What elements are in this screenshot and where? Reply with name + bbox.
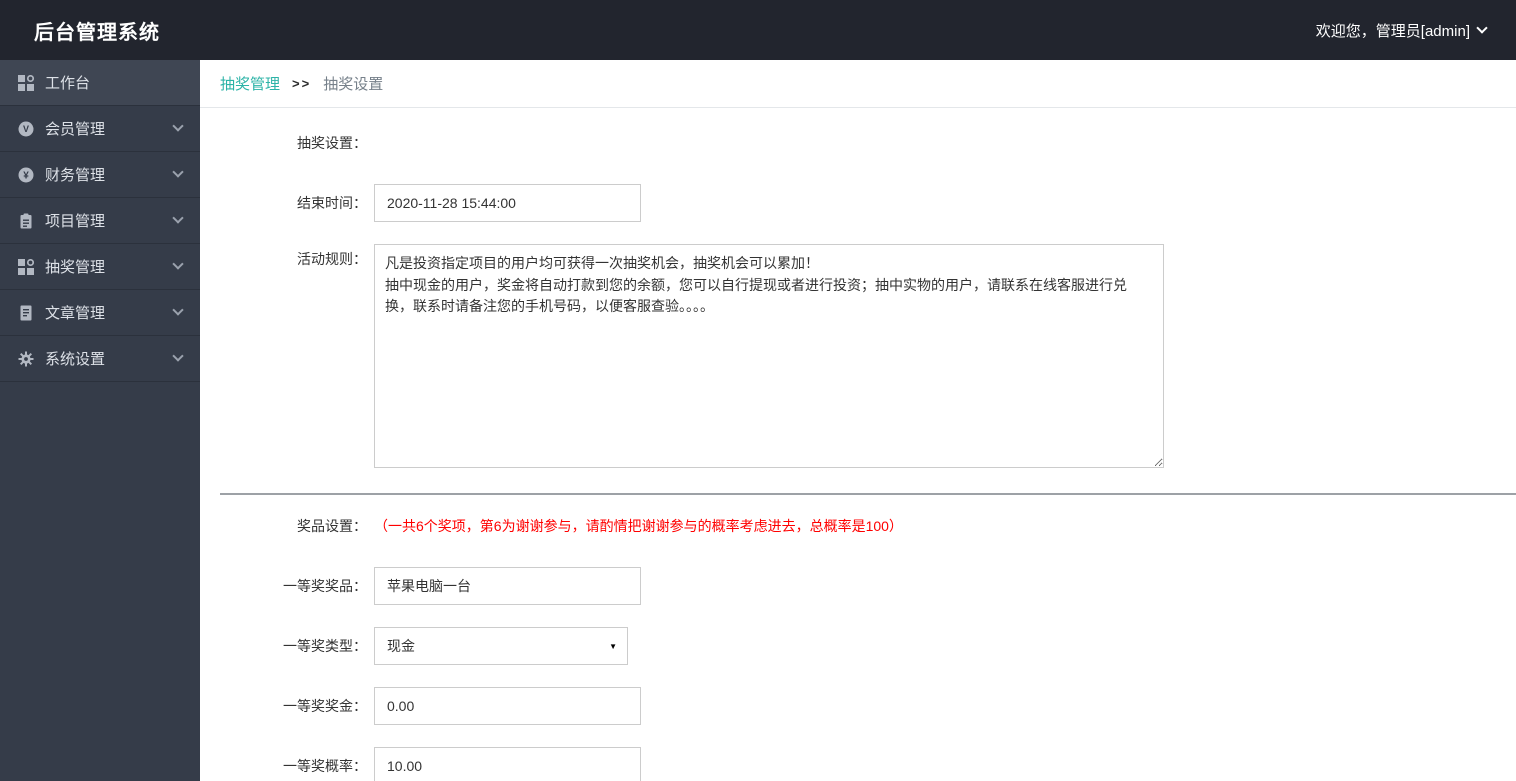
sidebar-item-settings[interactable]: 系统设置: [0, 336, 200, 382]
grid-icon: [18, 258, 34, 275]
sidebar-item-label: 会员管理: [45, 121, 106, 138]
first-prize-amount-input[interactable]: [374, 687, 641, 725]
chevron-down-icon: [172, 304, 184, 316]
first-prize-item-input[interactable]: [374, 567, 641, 605]
app-title: 后台管理系统: [34, 21, 160, 44]
first-prize-item-row: 一等奖奖品：: [200, 567, 1516, 605]
main-content: 抽奖管理 >> 抽奖设置 抽奖设置： 结束时间： 活动规则： 凡是投资指定项目的…: [200, 60, 1516, 781]
document-icon: [18, 305, 34, 321]
chevron-down-icon: [172, 120, 184, 132]
first-prize-rate-label: 一等奖概率：: [283, 758, 367, 774]
chevron-down-icon: [1476, 21, 1488, 34]
section-title: 抽奖设置：: [297, 135, 367, 151]
breadcrumb-parent-link[interactable]: 抽奖管理: [220, 73, 280, 94]
sidebar-item-workbench[interactable]: 工作台: [0, 60, 200, 106]
prize-section-row: 奖品设置： （一共6个奖项，第6为谢谢参与，请酌情把谢谢参与的概率考虑进去，总概…: [200, 507, 1516, 545]
lottery-settings-form: 抽奖设置： 结束时间： 活动规则： 凡是投资指定项目的用户均可获得一次抽奖机会，…: [200, 108, 1516, 781]
rules-textarea[interactable]: 凡是投资指定项目的用户均可获得一次抽奖机会，抽奖机会可以累加！ 抽中现金的用户，…: [374, 244, 1164, 468]
sidebar: 工作台 V 会员管理 ¥ 财务管理 项目管理 抽奖管理 文章管理 系统设置: [0, 60, 200, 781]
first-prize-rate-row: 一等奖概率：: [200, 747, 1516, 781]
first-prize-type-row: 一等奖类型： 现金 ▼: [200, 627, 1516, 665]
chevron-down-icon: [172, 212, 184, 224]
sidebar-item-finance[interactable]: ¥ 财务管理: [0, 152, 200, 198]
first-prize-type-select[interactable]: 现金: [374, 627, 628, 665]
sidebar-item-label: 系统设置: [45, 351, 106, 368]
topbar: 后台管理系统 欢迎您，管理员[admin]: [0, 0, 1516, 60]
section-title-row: 抽奖设置：: [200, 124, 1516, 162]
sidebar-item-members[interactable]: V 会员管理: [0, 106, 200, 152]
rules-row: 活动规则： 凡是投资指定项目的用户均可获得一次抽奖机会，抽奖机会可以累加！ 抽中…: [200, 244, 1516, 471]
sidebar-item-label: 财务管理: [45, 167, 106, 184]
prize-section-note: （一共6个奖项，第6为谢谢参与，请酌情把谢谢参与的概率考虑进去，总概率是100）: [374, 518, 903, 534]
chevron-down-icon: [172, 350, 184, 362]
sidebar-item-lottery[interactable]: 抽奖管理: [0, 244, 200, 290]
sidebar-item-label: 抽奖管理: [45, 259, 106, 276]
sidebar-item-articles[interactable]: 文章管理: [0, 290, 200, 336]
grid-icon: [18, 74, 34, 91]
first-prize-amount-row: 一等奖奖金：: [200, 687, 1516, 725]
welcome-text: 欢迎您，管理员[admin]: [1315, 22, 1470, 40]
gear-icon: [18, 351, 34, 367]
clipboard-icon: [18, 213, 34, 229]
chevron-down-icon: [172, 258, 184, 270]
end-time-input[interactable]: [374, 184, 641, 222]
sidebar-item-label: 文章管理: [45, 305, 106, 322]
breadcrumb-current: 抽奖设置: [323, 76, 384, 93]
first-prize-amount-label: 一等奖奖金：: [283, 698, 367, 714]
sidebar-item-projects[interactable]: 项目管理: [0, 198, 200, 244]
svg-text:V: V: [23, 124, 29, 134]
first-prize-item-label: 一等奖奖品：: [283, 578, 367, 594]
breadcrumb: 抽奖管理 >> 抽奖设置: [200, 60, 1516, 108]
sidebar-item-label: 工作台: [45, 75, 91, 92]
prize-section-label: 奖品设置：: [297, 518, 367, 534]
end-time-row: 结束时间：: [200, 184, 1516, 222]
member-circle-icon: V: [18, 121, 34, 137]
user-menu[interactable]: 欢迎您，管理员[admin]: [1315, 20, 1488, 41]
first-prize-type-label: 一等奖类型：: [283, 638, 367, 654]
breadcrumb-separator: >>: [292, 76, 312, 91]
chevron-down-icon: [172, 166, 184, 178]
first-prize-rate-input[interactable]: [374, 747, 641, 781]
section-divider: [220, 493, 1516, 495]
sidebar-item-label: 项目管理: [45, 213, 106, 230]
finance-circle-icon: ¥: [18, 167, 34, 183]
end-time-label: 结束时间：: [297, 195, 367, 211]
rules-label: 活动规则：: [297, 251, 367, 267]
svg-text:¥: ¥: [23, 170, 29, 181]
